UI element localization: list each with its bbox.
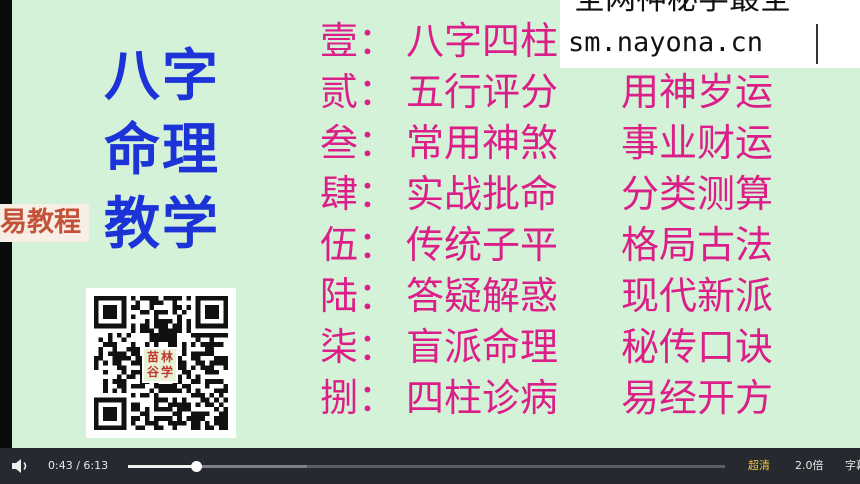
current-time: 0:43 xyxy=(48,459,73,472)
outline-row: 肆： 实战批命 分类测算 xyxy=(320,169,801,220)
subtitle-button[interactable]: 字幕 xyxy=(845,457,860,475)
row-number: 伍： xyxy=(320,223,397,267)
row-topic-2: 易经开方 xyxy=(621,376,774,420)
row-topic-2: 事业财运 xyxy=(621,121,774,165)
title-line: 八字 xyxy=(104,44,220,109)
row-topic-1: 传统子平 xyxy=(406,223,559,267)
watermark-overlay: 全网神秘学最全 sm.nayona.cn xyxy=(560,0,860,68)
row-topic-1: 实战批命 xyxy=(406,172,559,216)
speaker-icon xyxy=(12,459,27,473)
qr-logo-char: 林 xyxy=(160,350,173,364)
quality-button[interactable]: 超清 xyxy=(748,457,770,475)
outline-row: 叁： 常用神煞 事业财运 xyxy=(320,118,801,169)
title-line: 教学 xyxy=(104,192,220,257)
volume-button[interactable] xyxy=(10,456,32,476)
row-topic-1: 五行评分 xyxy=(406,70,559,114)
row-number: 捌： xyxy=(320,376,397,420)
row-number: 柒： xyxy=(320,325,397,369)
row-topic-2: 现代新派 xyxy=(621,274,774,318)
qr-logo-char: 学 xyxy=(160,365,173,379)
text-cursor xyxy=(816,24,818,64)
row-topic-1: 答疑解惑 xyxy=(406,274,559,318)
outline-row: 捌： 四柱诊病 易经开方 xyxy=(320,373,801,424)
row-topic-1: 常用神煞 xyxy=(406,121,559,165)
row-topic-2: 格局古法 xyxy=(621,223,774,267)
row-number: 叁： xyxy=(320,121,397,165)
outline-row: 柒： 盲派命理 秘传口诀 xyxy=(320,322,801,373)
outline-row: 伍： 传统子平 格局古法 xyxy=(320,220,801,271)
video-player: 八字 命理 教学 易教程 苗 林 谷 学 壹： 八字四柱 贰： 五行评分 用神岁… xyxy=(0,0,860,484)
time-display: 0:43 / 6:13 xyxy=(48,457,108,475)
progress-bar[interactable] xyxy=(128,465,725,468)
row-number: 贰： xyxy=(320,70,397,114)
video-frame[interactable]: 八字 命理 教学 易教程 苗 林 谷 学 壹： 八字四柱 贰： 五行评分 用神岁… xyxy=(0,0,860,448)
duration: 6:13 xyxy=(83,459,109,472)
time-separator: / xyxy=(76,459,80,472)
outline-row: 贰： 五行评分 用神岁运 xyxy=(320,67,801,118)
speed-button[interactable]: 2.0倍 xyxy=(795,457,824,475)
row-topic-1: 四柱诊病 xyxy=(406,376,559,420)
row-topic-2: 秘传口诀 xyxy=(621,325,774,369)
row-number: 壹： xyxy=(320,19,397,63)
progress-handle[interactable] xyxy=(191,461,203,472)
qr-logo-char: 苗 xyxy=(146,350,159,364)
player-control-bar: 0:43 / 6:13 超清 2.0倍 字幕 xyxy=(0,448,860,484)
row-topic-1: 盲派命理 xyxy=(406,325,559,369)
qr-logo: 苗 林 谷 学 xyxy=(142,347,178,383)
side-tag: 易教程 xyxy=(0,204,89,242)
watermark-title: 全网神秘学最全 xyxy=(574,0,791,16)
row-number: 肆： xyxy=(320,172,397,216)
row-topic-2: 用神岁运 xyxy=(621,70,774,114)
course-outline: 壹： 八字四柱 贰： 五行评分 用神岁运 叁： 常用神煞 事业财运 肆： 实战批… xyxy=(320,16,801,424)
title-line: 命理 xyxy=(104,118,220,183)
progress-played xyxy=(128,465,197,468)
qr-logo-char: 谷 xyxy=(146,365,159,379)
row-number: 陆： xyxy=(320,274,397,318)
row-topic-2: 分类测算 xyxy=(621,172,774,216)
watermark-url: sm.nayona.cn xyxy=(568,27,764,58)
outline-row: 陆： 答疑解惑 现代新派 xyxy=(320,271,801,322)
slide-title: 八字 命理 教学 xyxy=(92,40,232,262)
